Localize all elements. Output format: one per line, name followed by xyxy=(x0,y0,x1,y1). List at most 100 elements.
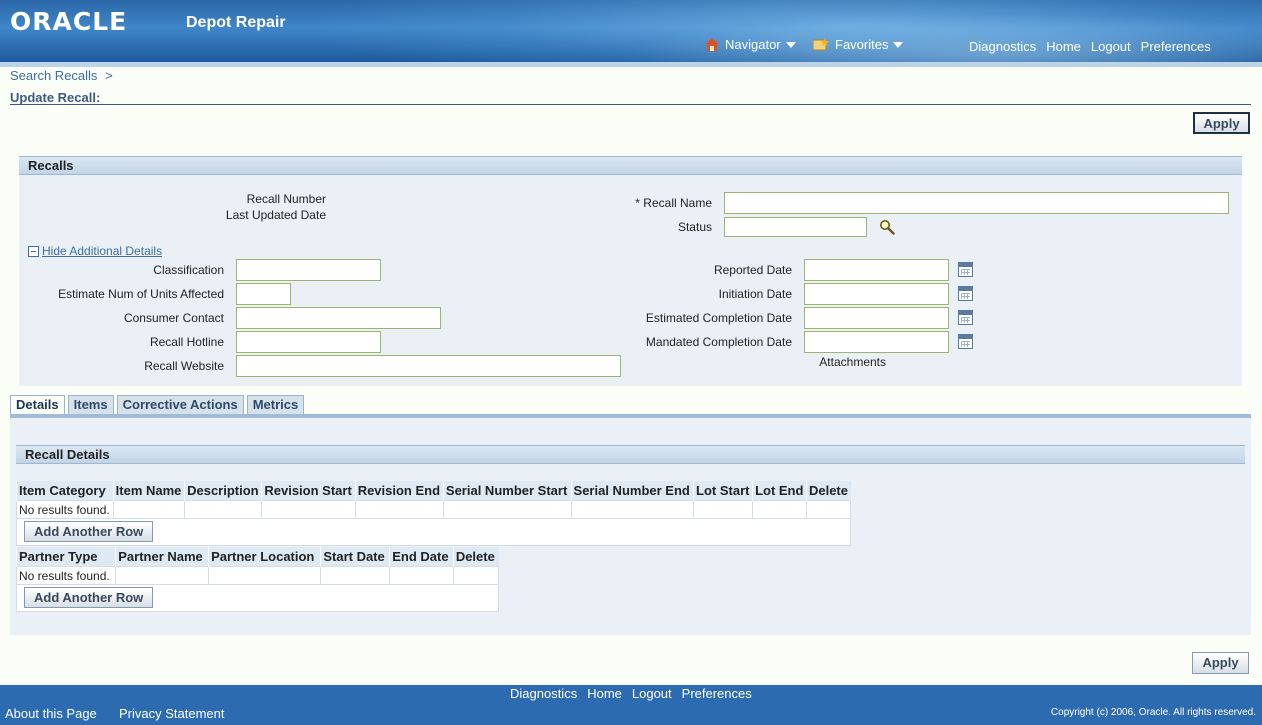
table-cell xyxy=(570,499,695,520)
recall-hotline-input[interactable] xyxy=(236,331,381,353)
recall-name-input[interactable] xyxy=(724,192,1229,214)
table-header-row: Item Category Item Name Description Revi… xyxy=(16,481,851,500)
empty-message: No results found. xyxy=(16,499,114,520)
page-footer: Diagnostics Home Logout Preferences Abou… xyxy=(0,685,1262,725)
initiation-date-label: Initiation Date xyxy=(718,287,792,301)
favorites-label: Favorites xyxy=(835,37,889,52)
calendar-icon[interactable] xyxy=(958,334,973,349)
collapse-icon xyxy=(28,245,39,257)
footer-home-link[interactable]: Home xyxy=(587,686,622,701)
column-header: Partner Name xyxy=(115,547,209,566)
column-header: Item Name xyxy=(112,481,185,500)
table-cell xyxy=(452,565,500,586)
last-updated-label: Last Updated Date xyxy=(225,208,326,222)
initiation-date-input[interactable] xyxy=(804,283,949,305)
column-header: End Date xyxy=(389,547,454,566)
table-cell xyxy=(261,499,356,520)
preferences-link[interactable]: Preferences xyxy=(1141,39,1211,54)
calendar-icon[interactable] xyxy=(958,262,973,277)
est-completion-label: Estimated Completion Date xyxy=(645,311,792,325)
title-divider xyxy=(10,104,1251,105)
folder-star-icon xyxy=(813,38,829,51)
reported-date-label: Reported Date xyxy=(713,263,792,277)
table-cell xyxy=(693,499,754,520)
column-header: Delete xyxy=(452,547,499,566)
table-cell xyxy=(354,499,444,520)
chevron-down-icon xyxy=(893,41,904,48)
navigator-menu[interactable]: Navigator xyxy=(705,37,796,52)
column-header: Serial Number Start xyxy=(442,481,572,500)
table-row: No results found. xyxy=(16,499,852,520)
add-item-row-button[interactable]: Add Another Row xyxy=(24,521,154,542)
header-divider xyxy=(0,62,1262,67)
estimate-units-label: Estimate Num of Units Affected xyxy=(58,287,224,301)
footer-links: Diagnostics Home Logout Preferences xyxy=(510,686,752,701)
add-partner-row-button[interactable]: Add Another Row xyxy=(24,587,154,608)
tab-items[interactable]: Items xyxy=(67,395,114,415)
classification-input[interactable] xyxy=(236,259,381,281)
table-cell xyxy=(389,565,454,586)
recall-number-label: Recall Number xyxy=(246,192,326,206)
reported-date-input[interactable] xyxy=(804,259,949,281)
table-cell xyxy=(752,499,807,520)
items-table: Item Category Item Name Description Revi… xyxy=(16,481,852,520)
tab-details[interactable]: Details xyxy=(10,395,65,415)
table-cell xyxy=(442,499,572,520)
breadcrumb-search-recalls[interactable]: Search Recalls xyxy=(10,68,97,83)
column-header: Description xyxy=(184,481,262,500)
table-row: No results found. xyxy=(15,565,500,586)
hide-details-link[interactable]: Hide Additional Details xyxy=(42,244,162,258)
calendar-icon[interactable] xyxy=(958,286,973,301)
column-header: Lot End xyxy=(752,481,807,500)
home-link[interactable]: Home xyxy=(1046,39,1081,54)
classification-label: Classification xyxy=(153,263,224,277)
privacy-link[interactable]: Privacy Statement xyxy=(119,706,225,721)
about-page-link[interactable]: About this Page xyxy=(5,706,97,721)
consumer-contact-input[interactable] xyxy=(236,307,441,329)
empty-message: No results found. xyxy=(15,565,117,586)
calendar-icon[interactable] xyxy=(958,310,973,325)
apply-button[interactable]: Apply xyxy=(1193,112,1250,134)
tab-metrics[interactable]: Metrics xyxy=(246,395,305,415)
hide-details-toggle[interactable]: Hide Additional Details xyxy=(28,244,162,258)
copyright-text: Copyright (c) 2006, Oracle. All rights r… xyxy=(1050,707,1256,718)
home-icon xyxy=(705,38,719,51)
table-header-row: Partner Type Partner Name Partner Locati… xyxy=(15,547,499,566)
column-header: Item Category xyxy=(16,481,114,500)
search-icon[interactable] xyxy=(879,219,895,235)
recall-details-header: Recall Details xyxy=(16,445,1245,464)
diagnostics-link[interactable]: Diagnostics xyxy=(969,39,1036,54)
table-cell xyxy=(115,565,210,586)
app-header: ORACLE Depot Repair Navigator Favorites … xyxy=(0,0,1262,62)
app-name: Depot Repair xyxy=(186,14,286,31)
footer-preferences-link[interactable]: Preferences xyxy=(682,686,752,701)
apply-button-bottom[interactable]: Apply xyxy=(1192,652,1249,674)
global-links: Diagnostics Home Logout Preferences xyxy=(969,39,1211,54)
navigator-label: Navigator xyxy=(725,37,781,52)
logout-link[interactable]: Logout xyxy=(1091,39,1131,54)
recall-name-label: * Recall Name xyxy=(635,196,712,210)
column-header: Partner Type xyxy=(15,547,116,566)
tab-bar: Details Items Corrective Actions Metrics xyxy=(10,395,305,415)
table-cell xyxy=(184,499,263,520)
column-header: Revision End xyxy=(354,481,444,500)
column-header: Partner Location xyxy=(208,547,321,566)
est-completion-input[interactable] xyxy=(804,307,949,329)
column-header: Revision Start xyxy=(261,481,356,500)
footer-logout-link[interactable]: Logout xyxy=(632,686,672,701)
column-header: Lot Start xyxy=(693,481,753,500)
recall-website-input[interactable] xyxy=(236,355,621,377)
column-header: Start Date xyxy=(320,547,390,566)
consumer-contact-label: Consumer Contact xyxy=(123,311,224,325)
partners-table: Partner Type Partner Name Partner Locati… xyxy=(15,547,500,586)
status-input[interactable] xyxy=(724,217,867,237)
footer-diagnostics-link[interactable]: Diagnostics xyxy=(510,686,577,701)
tab-corrective-actions[interactable]: Corrective Actions xyxy=(116,395,244,415)
breadcrumb-separator: > xyxy=(105,68,113,83)
estimate-units-input[interactable] xyxy=(236,283,291,305)
recall-website-label: Recall Website xyxy=(144,359,224,373)
recall-hotline-label: Recall Hotline xyxy=(149,335,224,349)
mandated-completion-input[interactable] xyxy=(804,331,949,353)
mandated-completion-label: Mandated Completion Date xyxy=(645,335,792,349)
favorites-menu[interactable]: Favorites xyxy=(813,37,904,52)
